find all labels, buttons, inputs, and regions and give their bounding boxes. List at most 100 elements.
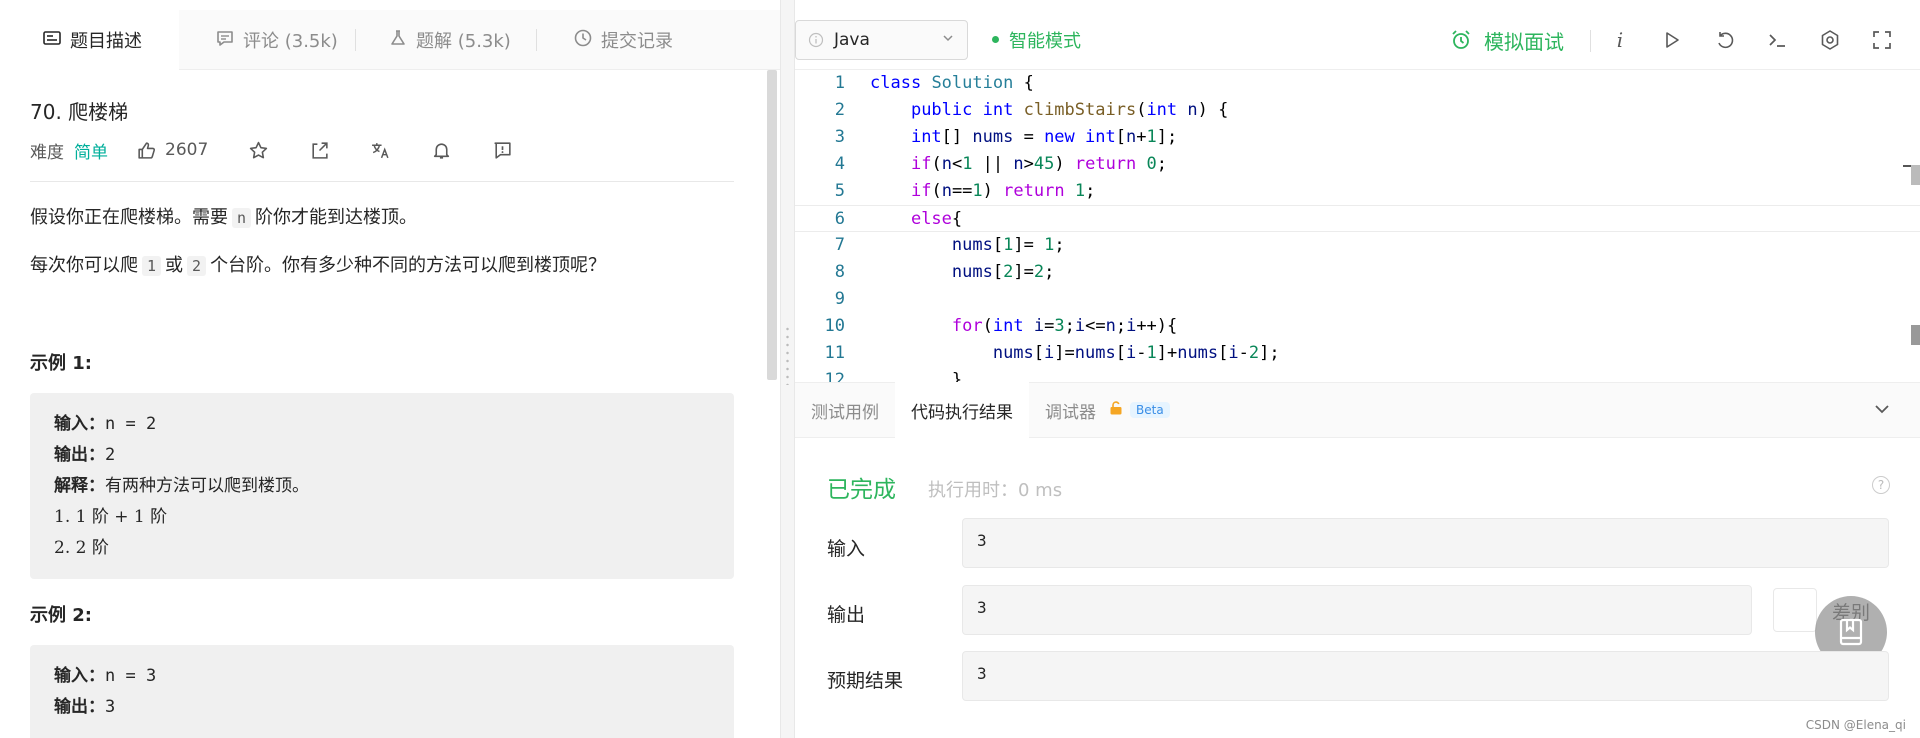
tab-debugger[interactable]: 调试器 Beta — [1029, 382, 1186, 438]
line-number: 2 — [834, 100, 845, 120]
input-value-box: 3 — [962, 518, 1889, 568]
code-text: for(int i=3;i<=n;i++){ — [951, 316, 1178, 336]
line-number: 1 — [834, 73, 845, 93]
reset-icon[interactable] — [1713, 28, 1737, 52]
code-line: 4 if(n<1 || n>45) return 0; — [795, 151, 1920, 178]
code-line: 11 nums[i]=nums[i-1]+nums[i-2]; — [795, 340, 1920, 367]
code-line: 5 if(n==1) return 1; — [795, 178, 1920, 205]
drag-dots-icon — [786, 325, 789, 385]
unlock-icon — [1108, 400, 1124, 420]
smart-mode-toggle[interactable]: 智能模式 — [992, 27, 1081, 53]
tab-description-label: 题目描述 — [70, 31, 142, 52]
line-number: 6 — [834, 209, 845, 229]
code-text: if(n<1 || n>45) return 0; — [910, 154, 1168, 174]
like-count: 2607 — [165, 140, 209, 160]
tab-comments-label: 评论 (3.5k) — [243, 31, 338, 52]
translate-icon[interactable] — [370, 140, 391, 161]
text: 每次你可以爬 — [30, 255, 138, 276]
diff-checkbox[interactable] — [1773, 588, 1817, 632]
panel-resize-handle[interactable] — [780, 0, 795, 738]
code-line: 10 for(int i=3;i<=n;i++){ — [795, 313, 1920, 340]
example-1-title: 示例 1: — [30, 353, 92, 374]
code-text: public int climbStairs(int n) { — [910, 100, 1229, 120]
scroll-marker — [1911, 325, 1920, 345]
input-label: 输入 — [827, 538, 866, 560]
mock-interview-button[interactable]: 模拟面试 — [1450, 10, 1564, 70]
runtime-text: 执行用时：0 ms — [928, 480, 1063, 501]
label: 输入： — [54, 666, 105, 686]
share-icon[interactable] — [309, 140, 330, 161]
example-1-step: 1. 1 阶 + 1 阶 — [54, 507, 168, 527]
scroll-marker — [1911, 165, 1920, 185]
beta-badge: Beta — [1130, 402, 1170, 418]
code-line: 8 nums[2]=2; — [795, 259, 1920, 286]
value: 3 — [105, 697, 116, 717]
editor-toolbar: Java 智能模式 模拟面试 i — [795, 10, 1920, 70]
code-text: class Solution { — [870, 73, 1034, 93]
description-paragraph-2: 每次你可以爬 1 或 2 个台阶。你有多少种不同的方法可以爬到楼顶呢？ — [30, 251, 606, 277]
console-icon[interactable] — [1765, 28, 1789, 52]
feedback-icon[interactable] — [492, 140, 513, 161]
tab-comments[interactable]: 评论 (3.5k) — [179, 10, 355, 70]
code-text: if(n==1) return 1; — [910, 181, 1096, 201]
inline-code: 1 — [142, 256, 162, 276]
code-editor[interactable]: 1 class Solution { 2 public int climbStai… — [795, 70, 1920, 382]
code-text: nums[i]=nums[i-1]+nums[i-2]; — [992, 343, 1280, 363]
line-number: 7 — [834, 235, 845, 255]
watermark: CSDN @Elena_qi — [1805, 718, 1906, 732]
problem-panel: 题目描述 评论 (3.5k) 题解 (5.3k) 提交记录 70. 爬楼梯 难度 — [0, 0, 780, 738]
example-2-input: 输入：n = 3 — [54, 661, 710, 692]
code-text: nums[1]= 1; — [951, 235, 1065, 255]
result-status: 已完成 — [827, 477, 896, 503]
line-number: 10 — [824, 316, 845, 336]
problem-meta: 难度 简单 2607 — [30, 136, 513, 164]
example-2-title: 示例 2: — [30, 605, 92, 626]
inline-code: 2 — [187, 256, 207, 276]
tab-testcase[interactable]: 测试用例 — [795, 382, 895, 438]
console-tabs: 测试用例 代码执行结果 调试器 Beta — [795, 382, 1920, 438]
line-number: 8 — [834, 262, 845, 282]
notebook-icon — [1839, 618, 1863, 646]
tab-description[interactable]: 题目描述 — [0, 10, 179, 70]
star-icon[interactable] — [248, 140, 269, 161]
code-text: nums[2]=2; — [951, 262, 1055, 282]
example-1-box: 输入：n = 2 输出：2 解释：有两种方法可以爬到楼顶。 1. 1 阶 + 1… — [30, 393, 734, 579]
line-number: 4 — [834, 154, 845, 174]
chevron-down-icon[interactable] — [1872, 399, 1892, 423]
help-icon[interactable]: ? — [1872, 476, 1890, 494]
label: 解释： — [54, 476, 105, 496]
code-text: } — [870, 370, 963, 382]
editor-scrollbar[interactable] — [1903, 70, 1920, 382]
label: 输入： — [54, 414, 105, 434]
smart-mode-label: 智能模式 — [1009, 30, 1081, 52]
tab-solutions[interactable]: 题解 (5.3k) — [356, 10, 536, 70]
output-value-box: 3 — [962, 585, 1752, 635]
editor-panel: Java 智能模式 模拟面试 i 1 class Solution {2 pu… — [795, 0, 1920, 738]
tab-submissions[interactable]: 提交记录 — [537, 10, 673, 70]
tab-run-result[interactable]: 代码执行结果 — [895, 382, 1029, 438]
code-line: 3 int[] nums = new int[n+1]; — [795, 124, 1920, 151]
settings-icon[interactable] — [1818, 28, 1842, 52]
bell-icon[interactable] — [431, 140, 452, 161]
problem-content[interactable]: 70. 爬楼梯 难度 简单 2607 假设你正在爬楼梯。需要 n 阶你才能到达楼… — [0, 70, 780, 738]
problem-tabs: 题目描述 评论 (3.5k) 题解 (5.3k) 提交记录 — [0, 10, 780, 70]
value: n = 3 — [105, 666, 157, 686]
value: n = 2 — [105, 414, 157, 434]
info-icon[interactable]: i — [1608, 28, 1632, 52]
tab-solutions-label: 题解 (5.3k) — [416, 31, 511, 52]
scrollbar-thumb[interactable] — [767, 70, 777, 380]
label: 输出： — [54, 697, 105, 717]
thumbs-up-icon — [138, 141, 156, 159]
fullscreen-icon[interactable] — [1870, 28, 1894, 52]
code-line-current: 6 else{ — [795, 205, 1920, 232]
like-button[interactable]: 2607 — [136, 140, 208, 161]
label: 输出： — [54, 445, 105, 465]
text: 个台阶。你有多少种不同的方法可以爬到楼顶呢？ — [210, 255, 607, 276]
line-number: 5 — [834, 181, 845, 201]
chevron-down-icon — [941, 30, 955, 50]
line-number: 9 — [834, 289, 845, 309]
run-icon[interactable] — [1660, 28, 1684, 52]
problem-title: 70. 爬楼梯 — [30, 100, 129, 124]
language-select[interactable]: Java — [795, 19, 968, 60]
example-1-input: 输入：n = 2 — [54, 409, 710, 440]
